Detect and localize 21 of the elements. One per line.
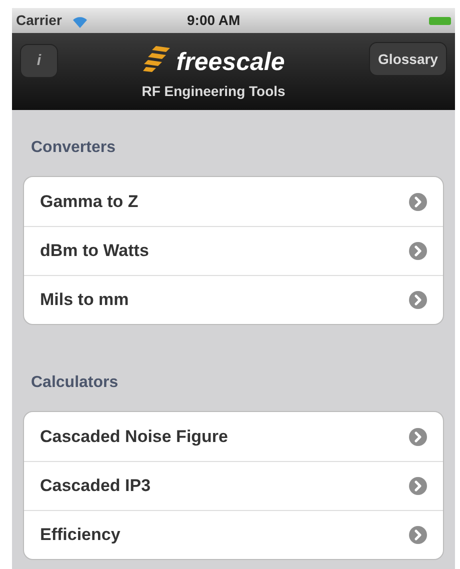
disclosure-icon [409, 192, 427, 210]
list-item[interactable]: Cascaded Noise Figure [24, 412, 443, 461]
disclosure-icon [409, 428, 427, 446]
disclosure-icon [409, 291, 427, 309]
glossary-button[interactable]: Glossary [369, 42, 447, 76]
section-header: Converters [30, 138, 116, 158]
list-item[interactable]: Mils to mm [24, 275, 443, 324]
logo-text: freescale [176, 50, 285, 75]
disclosure-icon [409, 242, 427, 260]
list-item[interactable]: dBm to Watts [24, 226, 443, 275]
section-header: Calculators [30, 373, 120, 393]
disclosure-icon [409, 477, 427, 495]
list-item[interactable]: Cascaded IP3 [24, 461, 443, 510]
carrier-label: Carrier [16, 11, 62, 30]
list-item[interactable]: Efficiency [24, 510, 443, 559]
disclosure-icon [409, 526, 427, 544]
app-subtitle: RF Engineering Tools [142, 82, 286, 101]
list-item[interactable]: Gamma to Z [24, 177, 443, 226]
battery-icon [429, 16, 451, 26]
clock-label: 9:00 AM [187, 11, 240, 30]
info-button[interactable]: i [20, 44, 58, 78]
